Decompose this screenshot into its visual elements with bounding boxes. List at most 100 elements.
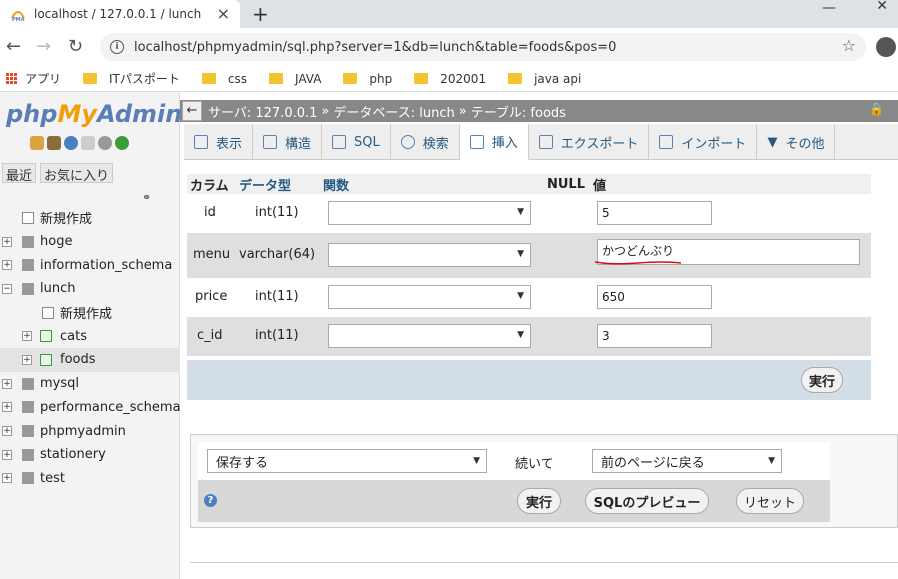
expand-icon[interactable]: + bbox=[2, 402, 12, 413]
tab-sql[interactable]: SQL bbox=[322, 124, 391, 160]
minimize-button[interactable]: — bbox=[822, 0, 836, 16]
then-select[interactable]: 前のページに戻る ▼ bbox=[592, 449, 782, 473]
tab-close-icon[interactable]: × bbox=[217, 4, 230, 23]
bookmark-apps[interactable]: アプリ bbox=[6, 70, 61, 87]
sql-preview-button[interactable]: SQLのプレビュー bbox=[585, 488, 709, 514]
bookmark-folder[interactable]: JAVA bbox=[269, 72, 321, 86]
expand-icon[interactable]: + bbox=[2, 473, 12, 484]
value-input[interactable]: 3 bbox=[597, 324, 712, 348]
expand-icon[interactable]: + bbox=[22, 331, 32, 342]
value-input[interactable]: 650 bbox=[597, 285, 712, 309]
tree-item-table[interactable]: + cats bbox=[0, 324, 180, 348]
docs-icon[interactable] bbox=[81, 136, 95, 150]
run-button[interactable]: 実行 bbox=[517, 488, 561, 514]
navigation-panel: phpMyAdmin 最近 お気に入り ⚭ 新規作成 + hoge + info… bbox=[0, 92, 182, 579]
database-tree: 新規作成 + hoge + information_schema − lunch… bbox=[0, 206, 181, 491]
browser-tab[interactable]: PMA localhost / 127.0.0.1 / lunch / foo … bbox=[0, 0, 240, 28]
reload-nav-icon[interactable] bbox=[115, 136, 129, 150]
tree-item-db[interactable]: + stationery bbox=[0, 443, 180, 467]
table-row: menu varchar(64) ▼ かつどんぶり bbox=[187, 233, 871, 278]
bookmark-folder[interactable]: 202001 bbox=[414, 72, 486, 86]
dropdown-arrow-icon: ▼ bbox=[517, 291, 524, 301]
tab-export[interactable]: エクスポート bbox=[529, 124, 650, 160]
bookmark-label: 202001 bbox=[440, 71, 487, 86]
phpmyadmin-logo[interactable]: phpMyAdmin bbox=[6, 100, 182, 128]
folder-icon bbox=[508, 73, 523, 84]
profile-avatar[interactable] bbox=[876, 37, 896, 57]
expand-icon[interactable]: + bbox=[2, 449, 12, 460]
tree-item-table-selected[interactable]: + foods bbox=[0, 348, 180, 372]
bookmark-star-icon[interactable]: ☆ bbox=[842, 36, 856, 55]
logout-icon[interactable] bbox=[47, 136, 61, 150]
help-icon[interactable] bbox=[64, 136, 78, 150]
bookmark-folder[interactable]: php bbox=[343, 72, 392, 86]
run-button[interactable]: 実行 bbox=[801, 367, 843, 393]
tab-browse[interactable]: 表示 bbox=[184, 124, 254, 160]
home-icon[interactable] bbox=[30, 136, 44, 150]
column-type: int(11) bbox=[255, 289, 299, 304]
tree-item-db[interactable]: + information_schema bbox=[0, 253, 180, 277]
column-type: varchar(64) bbox=[239, 247, 316, 262]
tab-title: localhost / 127.0.0.1 / lunch / foo bbox=[34, 7, 204, 21]
expand-icon[interactable]: + bbox=[2, 378, 12, 389]
reload-icon[interactable]: ↻ bbox=[68, 36, 83, 57]
address-bar[interactable]: i localhost/phpmyadmin/sql.php?server=1&… bbox=[100, 33, 866, 61]
tab-import[interactable]: インポート bbox=[649, 124, 758, 160]
tree-item-db[interactable]: + mysql bbox=[0, 372, 180, 396]
tree-item-db[interactable]: + performance_schema bbox=[0, 396, 181, 420]
tab-structure[interactable]: 構造 bbox=[253, 124, 323, 160]
breadcrumb-separator: » bbox=[321, 103, 330, 119]
reset-button[interactable]: リセット bbox=[736, 488, 804, 514]
insert-actions-row: 実行 bbox=[187, 360, 871, 400]
favorites-button[interactable]: お気に入り bbox=[40, 163, 114, 184]
tree-item-db[interactable]: + phpmyadmin bbox=[0, 419, 180, 443]
bookmark-label: php bbox=[369, 71, 393, 86]
info-icon[interactable]: i bbox=[110, 40, 124, 54]
tree-item-db[interactable]: − lunch bbox=[0, 277, 180, 301]
help-icon[interactable]: ? bbox=[204, 494, 217, 507]
tab-insert[interactable]: 挿入 bbox=[459, 124, 529, 160]
tab-search[interactable]: 検索 bbox=[391, 124, 460, 160]
tree-item-new[interactable]: 新規作成 bbox=[0, 206, 180, 230]
folder-icon bbox=[201, 73, 216, 84]
recent-button[interactable]: 最近 bbox=[2, 163, 37, 184]
browser-toolbar: ← → ↻ i localhost/phpmyadmin/sql.php?ser… bbox=[0, 28, 898, 66]
table-row: id int(11) ▼ 5 bbox=[187, 194, 871, 233]
new-tab-button[interactable]: + bbox=[252, 2, 269, 26]
bookmark-folder[interactable]: ITパスポート bbox=[83, 70, 180, 87]
expand-icon[interactable]: + bbox=[2, 260, 12, 271]
link-chain-icon[interactable]: ⚭ bbox=[142, 191, 151, 204]
insert-icon bbox=[469, 134, 484, 149]
annotation-underline bbox=[594, 261, 682, 265]
bookmark-folder[interactable]: java api bbox=[508, 72, 581, 86]
tree-item-db[interactable]: + test bbox=[0, 467, 180, 491]
settings-gear-icon[interactable] bbox=[98, 136, 112, 150]
tree-item-new-table[interactable]: 新規作成 bbox=[0, 301, 180, 325]
forward-icon[interactable]: → bbox=[36, 36, 51, 57]
dropdown-arrow-icon: ▼ bbox=[517, 249, 524, 259]
collapse-nav-icon[interactable]: ← bbox=[182, 101, 202, 121]
function-select[interactable]: ▼ bbox=[328, 285, 531, 309]
function-select[interactable]: ▼ bbox=[328, 243, 531, 267]
expand-icon[interactable]: + bbox=[22, 354, 32, 365]
function-select[interactable]: ▼ bbox=[328, 201, 531, 225]
bookmark-folder[interactable]: css bbox=[201, 72, 247, 86]
value-input[interactable]: 5 bbox=[597, 201, 712, 225]
window-close-button[interactable]: ✕ bbox=[876, 0, 888, 14]
new-table-icon bbox=[42, 306, 54, 319]
breadcrumb-table[interactable]: テーブル: foods bbox=[471, 102, 566, 121]
action-select[interactable]: 保存する ▼ bbox=[207, 449, 487, 473]
breadcrumb-server[interactable]: サーバ: 127.0.0.1 bbox=[208, 102, 317, 121]
column-name: id bbox=[204, 205, 216, 220]
function-select[interactable]: ▼ bbox=[328, 324, 531, 348]
tree-item-db[interactable]: + hoge bbox=[0, 230, 180, 254]
import-icon bbox=[659, 135, 674, 149]
breadcrumb-separator: » bbox=[458, 103, 467, 119]
expand-icon[interactable]: + bbox=[2, 426, 12, 437]
tab-more[interactable]: ▼ その他 bbox=[757, 124, 836, 160]
expand-icon[interactable]: + bbox=[2, 236, 12, 247]
collapse-icon[interactable]: − bbox=[2, 283, 12, 294]
database-icon bbox=[22, 425, 34, 438]
back-icon[interactable]: ← bbox=[6, 36, 21, 57]
breadcrumb-database[interactable]: データベース: lunch bbox=[333, 102, 454, 121]
